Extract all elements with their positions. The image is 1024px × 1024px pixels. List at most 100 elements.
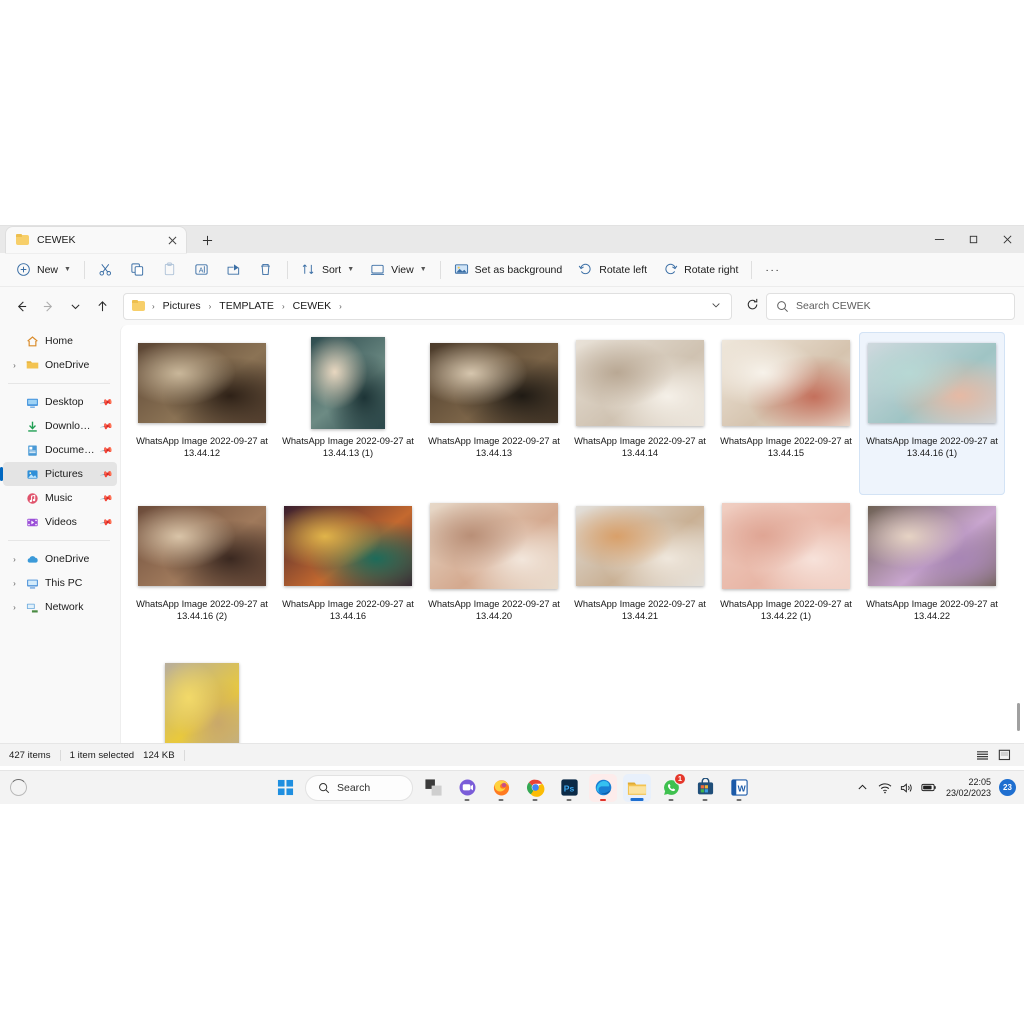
taskbar-file-explorer[interactable] [623,773,651,802]
wifi-icon[interactable] [874,775,896,801]
file-item[interactable]: WhatsApp Image 2022-09-27 at 13.44.13 (1… [275,332,421,495]
sidebar-item-this-pc[interactable]: › This PC [3,571,117,595]
pin-icon[interactable]: 📌 [99,418,114,433]
file-item[interactable]: WhatsApp Image 2022-09-27 at 13.44.16 (1… [859,332,1005,495]
copy-button[interactable] [122,257,154,283]
rotate-right-button[interactable]: Rotate right [655,257,746,283]
cut-button[interactable] [90,257,122,283]
folder-icon [16,234,30,246]
new-tab-button[interactable] [194,228,220,252]
taskbar-edge[interactable] [589,773,617,802]
taskbar-task-view[interactable] [419,774,447,802]
file-item[interactable]: WhatsApp Image 2022-09-27 at 13.44.15 [713,332,859,495]
taskbar-firefox[interactable] [487,774,515,802]
file-list-view[interactable]: WhatsApp Image 2022-09-27 at 13.44.12 Wha… [120,325,1024,743]
new-button[interactable]: New ▼ [8,257,79,283]
paste-button[interactable] [154,257,186,283]
sidebar-item-documents[interactable]: › Documents 📌 [3,438,117,462]
sidebar-item-music[interactable]: › Music 📌 [3,486,117,510]
rename-button[interactable]: A [186,257,218,283]
share-button[interactable] [218,257,250,283]
recent-locations-button[interactable] [63,294,88,319]
details-view-button[interactable] [971,746,993,764]
minimize-button[interactable] [922,226,956,253]
scrollbar-thumb[interactable] [1017,703,1020,731]
rotate-left-label: Rotate left [599,263,648,276]
sidebar-item-pictures[interactable]: › Pictures 📌 [0,462,117,486]
sidebar-item-videos[interactable]: › Videos 📌 [3,510,117,534]
tab-cewek[interactable]: CEWEK [6,227,186,253]
sidebar-item-onedrive[interactable]: › OneDrive [3,547,117,571]
back-button[interactable] [9,294,34,319]
forward-button[interactable] [36,294,61,319]
pin-icon[interactable]: 📌 [99,466,114,481]
file-item[interactable] [129,658,275,743]
refresh-button[interactable] [741,298,764,314]
expander[interactable]: › [9,579,20,588]
sort-button[interactable]: Sort ▼ [293,257,362,283]
sidebar-item-downloads[interactable]: › Downloads 📌 [3,414,117,438]
battery-icon[interactable] [918,775,940,801]
tab-strip: CEWEK [0,226,1024,253]
set-as-background-button[interactable]: Set as background [446,257,571,283]
large-icons-view-button[interactable] [993,746,1015,764]
chevron-up-icon[interactable] [852,775,874,801]
file-item[interactable]: WhatsApp Image 2022-09-27 at 13.44.21 [567,495,713,658]
taskbar-microsoft-store[interactable] [691,774,719,802]
view-icon [370,262,386,278]
address-chevron-down-icon[interactable] [705,300,727,312]
sidebar-item-onedrive-personal[interactable]: › OneDrive [3,353,117,377]
file-item[interactable]: WhatsApp Image 2022-09-27 at 13.44.13 [421,332,567,495]
file-item[interactable]: WhatsApp Image 2022-09-27 at 13.44.16 [275,495,421,658]
file-item[interactable]: WhatsApp Image 2022-09-27 at 13.44.22 (1… [713,495,859,658]
up-button[interactable] [90,294,115,319]
taskbar-search[interactable]: Search [305,774,413,801]
download-icon [26,420,39,433]
clock[interactable]: 22:05 23/02/2023 [940,777,999,799]
volume-icon[interactable] [896,775,918,801]
notification-badge[interactable]: 23 [999,779,1016,796]
file-item[interactable]: WhatsApp Image 2022-09-27 at 13.44.14 [567,332,713,495]
file-item[interactable]: WhatsApp Image 2022-09-27 at 13.44.22 [859,495,1005,658]
breadcrumb-separator: › [339,301,342,311]
pin-icon[interactable]: 📌 [99,394,114,409]
running-indicator [736,798,742,801]
sidebar-item-desktop[interactable]: › Desktop 📌 [3,390,117,414]
breadcrumb-separator: › [281,301,285,311]
taskbar-whatsapp[interactable]: 1 [657,772,686,802]
sidebar-item-home[interactable]: › Home [3,329,117,353]
taskbar-chrome[interactable] [521,774,549,802]
pin-icon[interactable]: 📌 [99,514,114,529]
thumbnail [430,500,558,592]
tab-close-icon[interactable] [164,232,180,248]
expander[interactable]: › [9,361,20,370]
breadcrumb-template[interactable]: TEMPLATE [215,298,278,314]
breadcrumb-cewek[interactable]: CEWEK [289,298,336,314]
breadcrumb-pictures[interactable]: Pictures [159,298,205,314]
view-button[interactable]: View ▼ [362,257,435,283]
delete-button[interactable] [250,257,282,283]
expander[interactable]: › [9,555,20,564]
start-button[interactable] [271,774,299,802]
rename-icon: A [194,262,210,278]
vertical-scrollbar[interactable] [1012,325,1024,743]
sort-icon [301,262,317,278]
sidebar-item-network[interactable]: › Network [3,595,117,619]
file-item[interactable]: WhatsApp Image 2022-09-27 at 13.44.12 [129,332,275,495]
file-item[interactable]: WhatsApp Image 2022-09-27 at 13.44.20 [421,495,567,658]
sidebar-item-label: OneDrive [45,553,90,565]
file-item[interactable]: WhatsApp Image 2022-09-27 at 13.44.16 (2… [129,495,275,658]
close-button[interactable] [990,226,1024,253]
expander[interactable]: › [9,603,20,612]
pin-icon[interactable]: 📌 [99,442,114,457]
address-bar[interactable]: › Pictures › TEMPLATE › CEWEK › [123,292,732,320]
taskbar-teams[interactable] [453,774,481,802]
rotate-left-button[interactable]: Rotate left [570,257,655,283]
maximize-button[interactable] [956,226,990,253]
thumbnail [138,500,266,592]
taskbar-photoshop[interactable]: Ps [555,774,583,802]
pin-icon[interactable]: 📌 [99,490,114,505]
search-box[interactable]: Search CEWEK [766,292,1015,320]
taskbar-word[interactable]: W [725,774,753,802]
more-options-button[interactable]: ··· [757,257,788,283]
